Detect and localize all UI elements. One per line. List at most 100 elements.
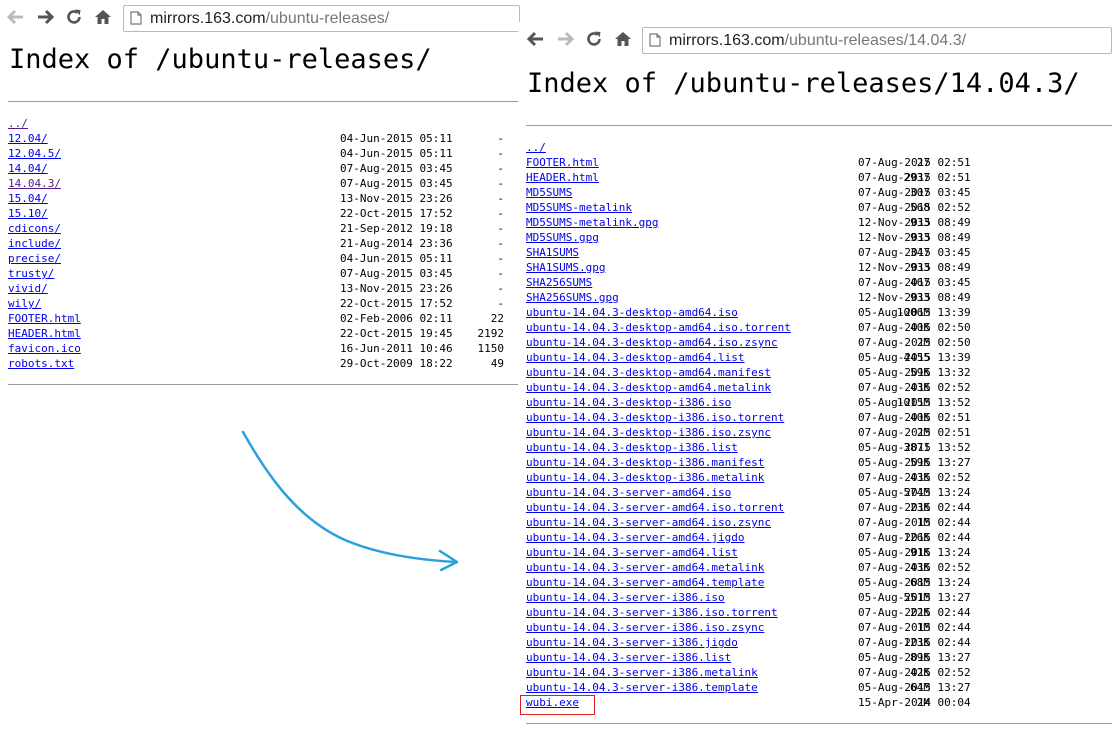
file-link[interactable]: 15.10/: [8, 207, 48, 220]
file-link[interactable]: ubuntu-14.04.3-server-i386.list: [526, 651, 731, 664]
file-link[interactable]: ubuntu-14.04.3-desktop-amd64.iso: [526, 306, 738, 319]
file-link[interactable]: SHA1SUMS.gpg: [526, 261, 605, 274]
file-link[interactable]: ubuntu-14.04.3-server-amd64.template: [526, 576, 764, 589]
list-item: ubuntu-14.04.3-server-amd64.iso.zsync 07-…: [526, 515, 971, 530]
file-link[interactable]: 14.04/: [8, 162, 48, 175]
modified-date: 04-Jun-2015 05:11: [340, 147, 453, 160]
url-text: mirrors.163.com/ubuntu-releases/14.04.3/: [669, 28, 966, 53]
file-link[interactable]: HEADER.html: [526, 171, 599, 184]
address-bar[interactable]: mirrors.163.com/ubuntu-releases/: [123, 5, 520, 32]
file-link[interactable]: ubuntu-14.04.3-server-amd64.iso: [526, 486, 731, 499]
file-link[interactable]: trusty/: [8, 267, 54, 280]
file-size: 22: [490, 312, 504, 325]
home-button[interactable]: [611, 27, 635, 51]
list-item: ubuntu-14.04.3-desktop-amd64.list 05-Aug-…: [526, 350, 971, 365]
file-link[interactable]: ubuntu-14.04.3-desktop-i386.manifest: [526, 456, 764, 469]
file-link[interactable]: SHA1SUMS: [526, 246, 579, 259]
back-button[interactable]: [4, 5, 28, 29]
file-link[interactable]: ubuntu-14.04.3-desktop-i386.iso.torrent: [526, 411, 784, 424]
file-link[interactable]: ubuntu-14.04.3-server-amd64.list: [526, 546, 738, 559]
reload-icon: [587, 31, 601, 46]
list-item: ubuntu-14.04.3-server-i386.metalink 07-Au…: [526, 665, 971, 680]
forward-button[interactable]: [553, 27, 577, 51]
browser-window-parent-dir: mirrors.163.com/ubuntu-releases/ Index o…: [0, 0, 520, 400]
file-link[interactable]: include/: [8, 237, 61, 250]
modified-date: 29-Oct-2009 18:22: [340, 357, 453, 370]
list-item: precise/04-Jun-2015 05:11 -: [8, 251, 504, 266]
file-link[interactable]: MD5SUMS.gpg: [526, 231, 599, 244]
file-link[interactable]: ubuntu-14.04.3-desktop-amd64.manifest: [526, 366, 771, 379]
file-link[interactable]: ubuntu-14.04.3-desktop-amd64.iso.torrent: [526, 321, 791, 334]
file-link[interactable]: ubuntu-14.04.3-server-amd64.iso.zsync: [526, 516, 771, 529]
file-size: 551M: [903, 591, 931, 604]
file-link[interactable]: ubuntu-14.04.3-server-amd64.iso.torrent: [526, 501, 784, 514]
file-size: 89K: [910, 651, 930, 664]
list-item: MD5SUMS-metalink 07-Aug-2015 02:52 568: [526, 200, 971, 215]
file-link[interactable]: ubuntu-14.04.3-server-i386.iso.torrent: [526, 606, 778, 619]
file-link[interactable]: favicon.ico: [8, 342, 81, 355]
modified-date: 21-Sep-2012 19:18: [340, 222, 453, 235]
file-link[interactable]: MD5SUMS-metalink.gpg: [526, 216, 658, 229]
file-link[interactable]: MD5SUMS-metalink: [526, 201, 632, 214]
file-link[interactable]: ubuntu-14.04.3-server-amd64.jigdo: [526, 531, 745, 544]
reload-button[interactable]: [582, 27, 606, 51]
file-link[interactable]: 14.04.3/: [8, 177, 61, 190]
file-link[interactable]: ubuntu-14.04.3-server-i386.template: [526, 681, 758, 694]
file-link[interactable]: FOOTER.html: [526, 156, 599, 169]
reload-button[interactable]: [62, 5, 86, 29]
file-link[interactable]: ubuntu-14.04.3-server-i386.metalink: [526, 666, 758, 679]
file-link[interactable]: vivid/: [8, 282, 48, 295]
file-link[interactable]: ubuntu-14.04.3-server-i386.jigdo: [526, 636, 738, 649]
back-button[interactable]: [524, 27, 548, 51]
list-item: ubuntu-14.04.3-desktop-amd64.metalink 07-…: [526, 380, 971, 395]
file-link[interactable]: ubuntu-14.04.3-server-i386.iso.zsync: [526, 621, 764, 634]
list-item: HEADER.html 07-Aug-2015 02:51 2937: [526, 170, 971, 185]
list-item: ubuntu-14.04.3-server-i386.jigdo 07-Aug-2…: [526, 635, 971, 650]
file-link[interactable]: 12.04.5/: [8, 147, 61, 160]
file-link[interactable]: precise/: [8, 252, 61, 265]
file-link[interactable]: ubuntu-14.04.3-desktop-amd64.iso.zsync: [526, 336, 778, 349]
list-item: SHA1SUMS 07-Aug-2015 03:45 347: [526, 245, 971, 260]
file-size: -: [497, 207, 504, 220]
list-item: ubuntu-14.04.3-desktop-i386.iso 05-Aug-20…: [526, 395, 971, 410]
file-link[interactable]: wubi.exe: [526, 696, 579, 709]
file-link[interactable]: ../: [526, 141, 546, 154]
file-size: 59K: [910, 366, 930, 379]
file-link[interactable]: MD5SUMS: [526, 186, 572, 199]
forward-button[interactable]: [33, 5, 57, 29]
file-link[interactable]: SHA256SUMS.gpg: [526, 291, 619, 304]
file-link[interactable]: cdicons/: [8, 222, 61, 235]
file-size: 23K: [910, 501, 930, 514]
list-item: MD5SUMS 07-Aug-2015 03:45 307: [526, 185, 971, 200]
file-link[interactable]: ubuntu-14.04.3-server-amd64.metalink: [526, 561, 764, 574]
file-link[interactable]: wily/: [8, 297, 41, 310]
file-link[interactable]: HEADER.html: [8, 327, 81, 340]
home-icon: [95, 10, 111, 24]
file-link[interactable]: ubuntu-14.04.3-desktop-i386.list: [526, 441, 738, 454]
file-link[interactable]: ubuntu-14.04.3-desktop-amd64.list: [526, 351, 745, 364]
file-link[interactable]: ../: [8, 117, 28, 130]
file-size: -: [497, 297, 504, 310]
home-button[interactable]: [91, 5, 115, 29]
file-link[interactable]: ubuntu-14.04.3-desktop-i386.iso.zsync: [526, 426, 771, 439]
list-item: 15.10/22-Oct-2015 17:52 -: [8, 206, 504, 221]
modified-date: 04-Jun-2015 05:11: [340, 252, 453, 265]
url-text: mirrors.163.com/ubuntu-releases/: [150, 6, 389, 31]
list-item: ubuntu-14.04.3-desktop-amd64.iso.torrent…: [526, 320, 971, 335]
url-path: /ubuntu-releases/14.04.3/: [784, 32, 967, 49]
file-link[interactable]: 15.04/: [8, 192, 48, 205]
list-item: ubuntu-14.04.3-server-amd64.iso 05-Aug-20…: [526, 485, 971, 500]
file-link[interactable]: SHA256SUMS: [526, 276, 592, 289]
file-link[interactable]: ubuntu-14.04.3-desktop-i386.iso: [526, 396, 731, 409]
file-link[interactable]: ubuntu-14.04.3-server-i386.iso: [526, 591, 725, 604]
home-icon: [615, 32, 631, 46]
file-link[interactable]: FOOTER.html: [8, 312, 81, 325]
file-link[interactable]: ubuntu-14.04.3-desktop-amd64.metalink: [526, 381, 771, 394]
file-link[interactable]: 12.04/: [8, 132, 48, 145]
arrow-right-icon: [558, 31, 574, 47]
file-size: 43K: [910, 381, 930, 394]
file-link[interactable]: ubuntu-14.04.3-desktop-i386.metalink: [526, 471, 764, 484]
address-bar[interactable]: mirrors.163.com/ubuntu-releases/14.04.3/: [642, 27, 1112, 54]
file-link[interactable]: robots.txt: [8, 357, 74, 370]
list-item: ubuntu-14.04.3-server-i386.iso 05-Aug-201…: [526, 590, 971, 605]
